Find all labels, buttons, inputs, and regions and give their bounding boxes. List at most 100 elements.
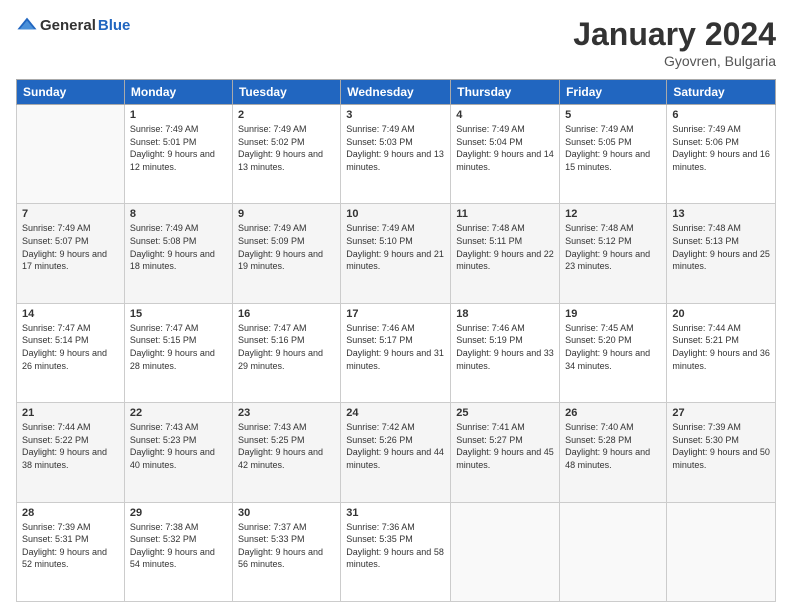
days-header-row: Sunday Monday Tuesday Wednesday Thursday… <box>17 80 776 105</box>
day-info: Sunrise: 7:39 AM Sunset: 5:30 PM Dayligh… <box>672 421 770 471</box>
table-row: 30 Sunrise: 7:37 AM Sunset: 5:33 PM Dayl… <box>232 502 340 601</box>
table-row: 22 Sunrise: 7:43 AM Sunset: 5:23 PM Dayl… <box>124 403 232 502</box>
day-info: Sunrise: 7:42 AM Sunset: 5:26 PM Dayligh… <box>346 421 445 471</box>
table-row: 4 Sunrise: 7:49 AM Sunset: 5:04 PM Dayli… <box>451 105 560 204</box>
day-info: Sunrise: 7:47 AM Sunset: 5:14 PM Dayligh… <box>22 322 119 372</box>
calendar-row: 14 Sunrise: 7:47 AM Sunset: 5:14 PM Dayl… <box>17 303 776 402</box>
day-info: Sunrise: 7:48 AM Sunset: 5:12 PM Dayligh… <box>565 222 661 272</box>
day-number: 5 <box>565 109 661 121</box>
day-info: Sunrise: 7:43 AM Sunset: 5:23 PM Dayligh… <box>130 421 227 471</box>
day-number: 22 <box>130 407 227 419</box>
logo-icon <box>16 16 38 34</box>
day-number: 19 <box>565 308 661 320</box>
table-row: 31 Sunrise: 7:36 AM Sunset: 5:35 PM Dayl… <box>341 502 451 601</box>
month-title: January 2024 <box>573 16 776 53</box>
table-row: 19 Sunrise: 7:45 AM Sunset: 5:20 PM Dayl… <box>560 303 667 402</box>
day-thursday: Thursday <box>451 80 560 105</box>
day-number: 17 <box>346 308 445 320</box>
table-row: 20 Sunrise: 7:44 AM Sunset: 5:21 PM Dayl… <box>667 303 776 402</box>
table-row: 5 Sunrise: 7:49 AM Sunset: 5:05 PM Dayli… <box>560 105 667 204</box>
table-row <box>17 105 125 204</box>
table-row: 27 Sunrise: 7:39 AM Sunset: 5:30 PM Dayl… <box>667 403 776 502</box>
table-row: 12 Sunrise: 7:48 AM Sunset: 5:12 PM Dayl… <box>560 204 667 303</box>
subtitle: Gyovren, Bulgaria <box>573 53 776 69</box>
day-number: 4 <box>456 109 554 121</box>
day-info: Sunrise: 7:48 AM Sunset: 5:11 PM Dayligh… <box>456 222 554 272</box>
table-row: 16 Sunrise: 7:47 AM Sunset: 5:16 PM Dayl… <box>232 303 340 402</box>
table-row <box>560 502 667 601</box>
calendar-row: 1 Sunrise: 7:49 AM Sunset: 5:01 PM Dayli… <box>17 105 776 204</box>
day-number: 10 <box>346 208 445 220</box>
logo-blue-text: Blue <box>98 17 131 34</box>
day-number: 28 <box>22 507 119 519</box>
table-row: 28 Sunrise: 7:39 AM Sunset: 5:31 PM Dayl… <box>17 502 125 601</box>
day-number: 11 <box>456 208 554 220</box>
table-row: 2 Sunrise: 7:49 AM Sunset: 5:02 PM Dayli… <box>232 105 340 204</box>
day-number: 6 <box>672 109 770 121</box>
table-row: 11 Sunrise: 7:48 AM Sunset: 5:11 PM Dayl… <box>451 204 560 303</box>
day-info: Sunrise: 7:37 AM Sunset: 5:33 PM Dayligh… <box>238 521 335 571</box>
day-info: Sunrise: 7:48 AM Sunset: 5:13 PM Dayligh… <box>672 222 770 272</box>
calendar-row: 7 Sunrise: 7:49 AM Sunset: 5:07 PM Dayli… <box>17 204 776 303</box>
day-info: Sunrise: 7:49 AM Sunset: 5:05 PM Dayligh… <box>565 123 661 173</box>
day-wednesday: Wednesday <box>341 80 451 105</box>
day-info: Sunrise: 7:44 AM Sunset: 5:21 PM Dayligh… <box>672 322 770 372</box>
table-row: 10 Sunrise: 7:49 AM Sunset: 5:10 PM Dayl… <box>341 204 451 303</box>
day-info: Sunrise: 7:43 AM Sunset: 5:25 PM Dayligh… <box>238 421 335 471</box>
header: General Blue January 2024 Gyovren, Bulga… <box>16 16 776 69</box>
day-info: Sunrise: 7:45 AM Sunset: 5:20 PM Dayligh… <box>565 322 661 372</box>
day-info: Sunrise: 7:44 AM Sunset: 5:22 PM Dayligh… <box>22 421 119 471</box>
day-number: 13 <box>672 208 770 220</box>
table-row: 23 Sunrise: 7:43 AM Sunset: 5:25 PM Dayl… <box>232 403 340 502</box>
day-info: Sunrise: 7:49 AM Sunset: 5:08 PM Dayligh… <box>130 222 227 272</box>
day-number: 16 <box>238 308 335 320</box>
day-info: Sunrise: 7:38 AM Sunset: 5:32 PM Dayligh… <box>130 521 227 571</box>
day-info: Sunrise: 7:49 AM Sunset: 5:09 PM Dayligh… <box>238 222 335 272</box>
day-number: 9 <box>238 208 335 220</box>
logo-general-text: General <box>40 17 96 34</box>
table-row: 15 Sunrise: 7:47 AM Sunset: 5:15 PM Dayl… <box>124 303 232 402</box>
day-info: Sunrise: 7:41 AM Sunset: 5:27 PM Dayligh… <box>456 421 554 471</box>
table-row: 26 Sunrise: 7:40 AM Sunset: 5:28 PM Dayl… <box>560 403 667 502</box>
day-number: 23 <box>238 407 335 419</box>
table-row: 3 Sunrise: 7:49 AM Sunset: 5:03 PM Dayli… <box>341 105 451 204</box>
table-row: 17 Sunrise: 7:46 AM Sunset: 5:17 PM Dayl… <box>341 303 451 402</box>
table-row: 24 Sunrise: 7:42 AM Sunset: 5:26 PM Dayl… <box>341 403 451 502</box>
table-row: 14 Sunrise: 7:47 AM Sunset: 5:14 PM Dayl… <box>17 303 125 402</box>
day-tuesday: Tuesday <box>232 80 340 105</box>
table-row <box>667 502 776 601</box>
day-number: 20 <box>672 308 770 320</box>
day-number: 7 <box>22 208 119 220</box>
table-row: 7 Sunrise: 7:49 AM Sunset: 5:07 PM Dayli… <box>17 204 125 303</box>
day-number: 21 <box>22 407 119 419</box>
day-number: 3 <box>346 109 445 121</box>
table-row: 8 Sunrise: 7:49 AM Sunset: 5:08 PM Dayli… <box>124 204 232 303</box>
day-number: 24 <box>346 407 445 419</box>
day-friday: Friday <box>560 80 667 105</box>
day-info: Sunrise: 7:46 AM Sunset: 5:17 PM Dayligh… <box>346 322 445 372</box>
table-row: 13 Sunrise: 7:48 AM Sunset: 5:13 PM Dayl… <box>667 204 776 303</box>
table-row: 29 Sunrise: 7:38 AM Sunset: 5:32 PM Dayl… <box>124 502 232 601</box>
day-number: 27 <box>672 407 770 419</box>
day-number: 2 <box>238 109 335 121</box>
day-info: Sunrise: 7:49 AM Sunset: 5:10 PM Dayligh… <box>346 222 445 272</box>
table-row <box>451 502 560 601</box>
page: General Blue January 2024 Gyovren, Bulga… <box>0 0 792 612</box>
day-number: 8 <box>130 208 227 220</box>
day-number: 25 <box>456 407 554 419</box>
logo: General Blue <box>16 16 130 34</box>
day-info: Sunrise: 7:46 AM Sunset: 5:19 PM Dayligh… <box>456 322 554 372</box>
day-info: Sunrise: 7:47 AM Sunset: 5:16 PM Dayligh… <box>238 322 335 372</box>
title-area: January 2024 Gyovren, Bulgaria <box>573 16 776 69</box>
day-info: Sunrise: 7:40 AM Sunset: 5:28 PM Dayligh… <box>565 421 661 471</box>
day-number: 15 <box>130 308 227 320</box>
calendar-table: Sunday Monday Tuesday Wednesday Thursday… <box>16 79 776 602</box>
day-number: 30 <box>238 507 335 519</box>
day-saturday: Saturday <box>667 80 776 105</box>
table-row: 21 Sunrise: 7:44 AM Sunset: 5:22 PM Dayl… <box>17 403 125 502</box>
table-row: 18 Sunrise: 7:46 AM Sunset: 5:19 PM Dayl… <box>451 303 560 402</box>
table-row: 6 Sunrise: 7:49 AM Sunset: 5:06 PM Dayli… <box>667 105 776 204</box>
day-number: 31 <box>346 507 445 519</box>
day-info: Sunrise: 7:49 AM Sunset: 5:07 PM Dayligh… <box>22 222 119 272</box>
day-info: Sunrise: 7:49 AM Sunset: 5:06 PM Dayligh… <box>672 123 770 173</box>
